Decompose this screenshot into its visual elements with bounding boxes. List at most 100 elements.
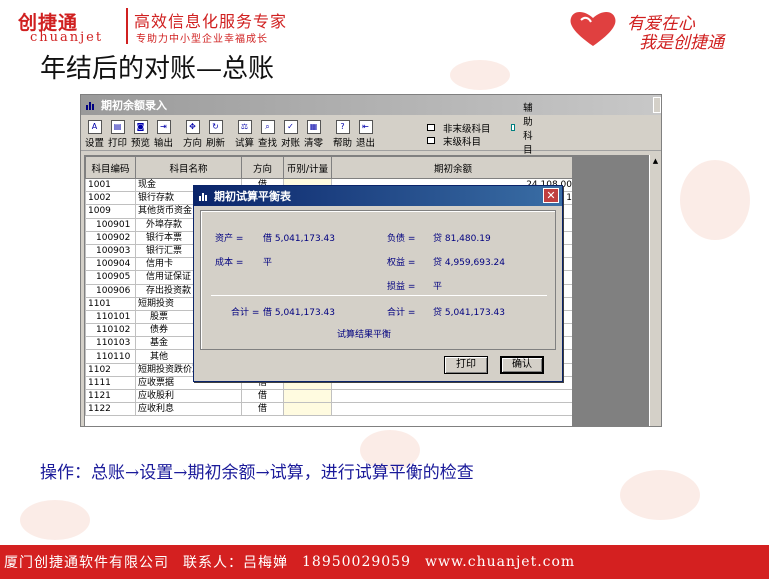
vertical-scrollbar[interactable]: ▲: [649, 155, 661, 426]
liability-value: 贷 81,480.19: [433, 234, 491, 244]
app-close-button[interactable]: [653, 97, 661, 113]
confirm-button[interactable]: 确认: [500, 356, 544, 374]
asset-value: 借 5,041,173.43: [263, 234, 335, 244]
column-header[interactable]: 科目编码: [85, 156, 136, 179]
logo-divider: [126, 8, 128, 44]
table-cell-code[interactable]: 110110: [85, 349, 136, 364]
table-cell-code[interactable]: 1111: [85, 375, 136, 391]
logo-en-text: chuanjet: [30, 30, 104, 45]
page-title: 年结后的对账—总账: [40, 54, 275, 84]
table-cell-dir[interactable]: 借: [241, 388, 284, 404]
table-cell-name[interactable]: 应收利息: [135, 402, 242, 417]
decor-blob: [680, 160, 750, 240]
refresh-icon: ↻: [208, 119, 223, 134]
find-icon: ⌕: [260, 119, 275, 134]
scroll-up-icon[interactable]: ▲: [650, 155, 661, 167]
toolbar-button-0[interactable]: A 设置: [83, 119, 106, 149]
table-cell-code[interactable]: 100906: [85, 283, 136, 298]
legend-swatch: [511, 124, 516, 131]
app-icon: [86, 102, 94, 110]
table-cell-code[interactable]: 100902: [85, 230, 136, 245]
toolbar-button-5[interactable]: ↻ 刷新: [204, 119, 227, 149]
toolbar-button-3[interactable]: ⇥ 输出: [152, 119, 175, 149]
toolbar-button-4[interactable]: ✥ 方向: [181, 119, 204, 149]
table-cell-dir[interactable]: 借: [241, 402, 284, 417]
toolbar-button-6[interactable]: ⚖ 试算: [233, 119, 256, 149]
toolbar-button-11[interactable]: ⇤ 退出: [354, 119, 377, 149]
table-cell-code[interactable]: 110102: [85, 323, 136, 338]
liability-label: 负债 =: [387, 234, 416, 244]
table-cell-code[interactable]: 1102: [85, 362, 136, 377]
table-cell-bal[interactable]: [331, 402, 572, 417]
column-header[interactable]: 期初余额: [331, 156, 572, 179]
clear-icon: ▦: [306, 119, 321, 134]
table-cell-cur[interactable]: [283, 388, 332, 404]
toolbar-button-label: 输出: [153, 137, 173, 149]
table-cell-code[interactable]: 1001: [85, 177, 136, 193]
print-button[interactable]: 打印: [444, 356, 488, 374]
table-cell-code[interactable]: 1121: [85, 388, 136, 404]
reconcile-icon: ✓: [283, 119, 298, 134]
instruction-text: 操作：总账→设置→期初余额→试算，进行试算平衡的检查: [40, 463, 474, 483]
grid-empty-area: [573, 155, 651, 426]
heart-icon: [570, 11, 616, 46]
balance-result: 试算结果平衡: [337, 330, 392, 340]
toolbar-button-label: 预览: [130, 137, 150, 149]
equity-value: 贷 4,959,693.24: [433, 258, 505, 268]
table-cell-code[interactable]: 110103: [85, 336, 136, 351]
table-cell-code[interactable]: 100904: [85, 257, 136, 272]
dialog-title: 期初试算平衡表: [214, 190, 291, 203]
toolbar-button-1[interactable]: ▤ 打印: [106, 119, 129, 149]
trial-balance-dialog: 期初试算平衡表 ✕ 资产 = 借 5,041,173.43 负债 = 贷 81,…: [193, 185, 563, 382]
table-cell-code[interactable]: 100903: [85, 243, 136, 259]
table-cell-code[interactable]: 1009: [85, 204, 136, 219]
toolbar-button-9[interactable]: ▦ 清零: [302, 119, 325, 149]
footer-contact: 联系人：吕梅婵: [183, 555, 288, 571]
legend-label: 辅助科目: [523, 102, 533, 156]
cost-label: 成本 =: [215, 258, 244, 268]
toolbar-button-10[interactable]: ? 帮助: [331, 119, 354, 149]
toolbar-button-label: 对账: [280, 137, 300, 149]
table-cell-code[interactable]: 1002: [85, 191, 136, 206]
settings-icon: A: [87, 119, 102, 134]
heart-logo: 有爱在心 我是创捷通: [565, 6, 765, 53]
column-header[interactable]: 科目名称: [135, 156, 242, 179]
dialog-close-button[interactable]: ✕: [543, 188, 559, 203]
table-cell-cur[interactable]: [283, 402, 332, 417]
footer-bar: 厦门创捷通软件有限公司 联系人：吕梅婵 18950029059 www.chua…: [0, 545, 769, 579]
toolbar-button-7[interactable]: ⌕ 查找: [256, 119, 279, 149]
legend-label: 末级科目: [443, 136, 482, 148]
toolbar-button-label: 刷新: [205, 137, 225, 149]
print-icon: ▤: [110, 119, 125, 134]
toolbar-button-label: 试算: [234, 137, 254, 149]
total-left-value: 借 5,041,173.43: [263, 308, 335, 318]
toolbar-button-label: 帮助: [332, 137, 352, 149]
app-title: 期初余额录入: [101, 99, 167, 112]
table-cell-code[interactable]: 100901: [85, 217, 136, 232]
table-row[interactable]: 1121 应收股利借: [85, 388, 572, 404]
table-cell-code[interactable]: 100905: [85, 270, 136, 285]
pl-value: 平: [433, 282, 443, 292]
column-header[interactable]: 方向: [241, 156, 284, 179]
company-logo: 创捷通 chuanjet 高效信息化服务专家 专助力中小型企业幸福成长: [8, 6, 338, 46]
app-titlebar: 期初余额录入: [81, 95, 661, 115]
toolbar-button-2[interactable]: ◙ 预览: [129, 119, 152, 149]
equity-label: 权益 =: [387, 258, 416, 268]
column-header[interactable]: 币别/计量: [283, 156, 332, 179]
total-right-value: 贷 5,041,173.43: [433, 308, 505, 318]
toolbar-button-8[interactable]: ✓ 对账: [279, 119, 302, 149]
legend-label: 非末级科目: [443, 123, 491, 135]
table-cell-bal[interactable]: [331, 388, 572, 404]
table-cell-code[interactable]: 1122: [85, 402, 136, 417]
dialog-icon: [199, 193, 207, 201]
legend-item: 非末级科目: [427, 121, 491, 135]
logo-slogan: 高效信息化服务专家: [134, 12, 288, 31]
table-cell-code[interactable]: 1101: [85, 296, 136, 311]
toolbar-button-label: 退出: [355, 137, 375, 149]
table-cell-code[interactable]: 110101: [85, 309, 136, 325]
toolbar-button-label: 清零: [303, 137, 323, 149]
grid-header-row: 科目编码 科目名称 方向 币别/计量 期初余额: [85, 156, 572, 179]
footer-company: 厦门创捷通软件有限公司: [4, 555, 169, 571]
table-row[interactable]: 1122 应收利息借: [85, 402, 572, 417]
table-cell-name[interactable]: 应收股利: [135, 388, 242, 404]
